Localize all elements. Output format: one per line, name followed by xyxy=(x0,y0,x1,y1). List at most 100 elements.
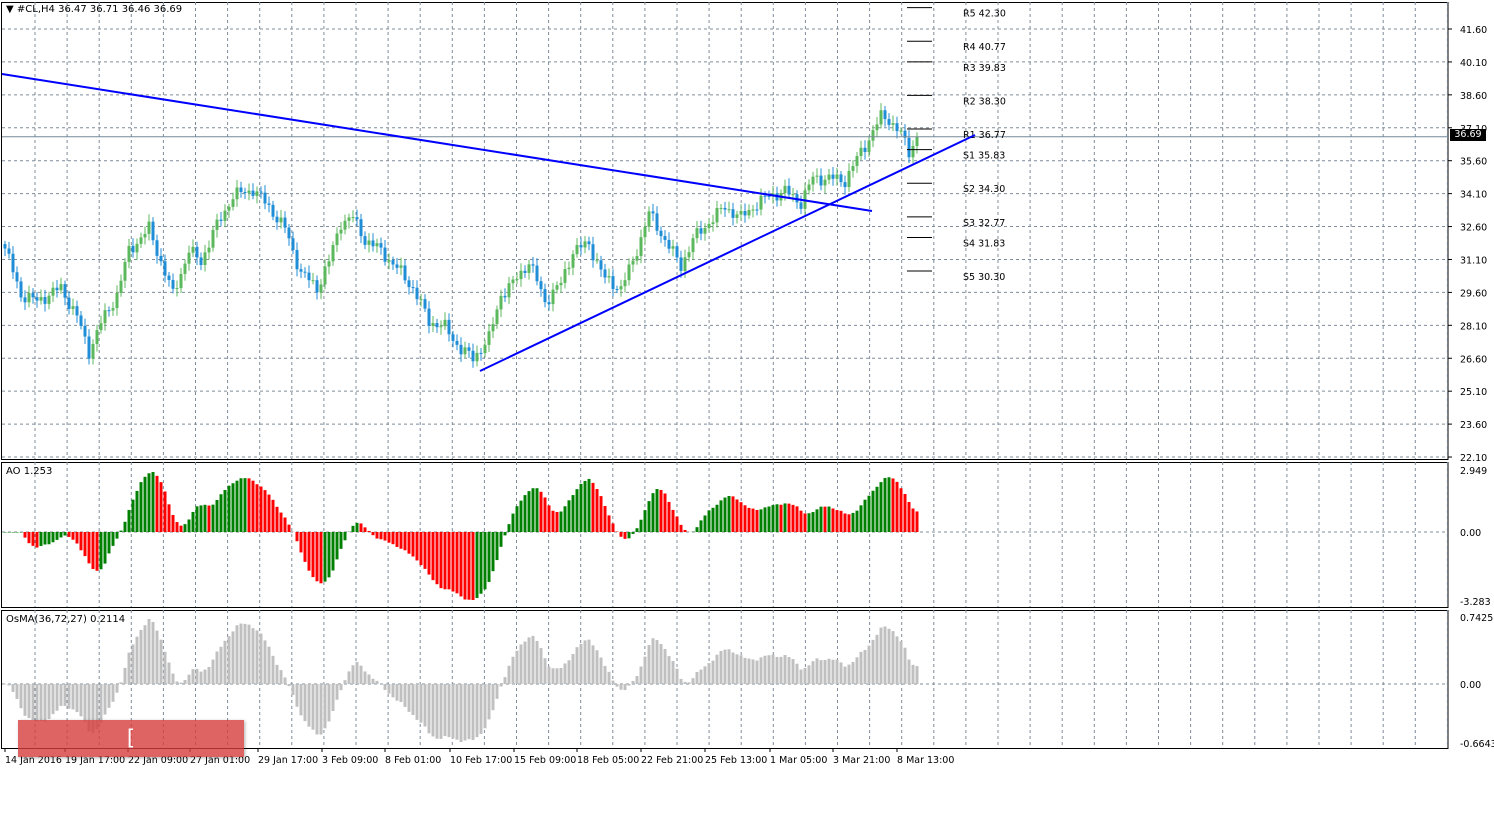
candle-body xyxy=(684,257,687,271)
ohlc-values: 36.47 36.71 36.46 36.69 xyxy=(58,4,182,15)
candle-body xyxy=(328,261,331,266)
candle-body xyxy=(220,220,223,221)
candle-body xyxy=(256,191,259,195)
ao-bar xyxy=(216,500,219,532)
candle xyxy=(8,242,11,259)
osma-bar xyxy=(832,660,835,684)
osma-bar xyxy=(376,681,379,684)
price-tick-label: 29.60 xyxy=(1460,288,1487,299)
candle xyxy=(248,184,251,201)
osma-bar xyxy=(80,684,83,716)
candle xyxy=(376,239,379,253)
candle xyxy=(360,214,363,243)
candle-body xyxy=(224,211,227,221)
ao-bar xyxy=(220,494,223,532)
ao-bar xyxy=(468,532,471,600)
candle xyxy=(800,196,803,215)
candle xyxy=(148,214,151,240)
candle-body xyxy=(572,254,575,268)
ao-bar xyxy=(476,532,479,598)
candle xyxy=(204,245,207,272)
ao-bar xyxy=(108,532,111,553)
ao-bar xyxy=(580,484,583,532)
candle-body xyxy=(196,247,199,258)
osma-bar xyxy=(352,665,355,684)
candle-body xyxy=(408,280,411,287)
osma-bar xyxy=(836,660,839,684)
candle xyxy=(536,258,539,285)
ao-bar xyxy=(48,532,51,544)
ao-bar xyxy=(72,532,75,540)
ao-bar xyxy=(280,513,283,532)
ao-bar xyxy=(156,476,159,532)
price-tick-label: 23.60 xyxy=(1460,420,1487,431)
candle-body xyxy=(832,175,835,179)
ao-bar xyxy=(84,532,87,556)
candle xyxy=(508,277,511,304)
candle xyxy=(712,215,715,232)
candle-body xyxy=(168,276,171,280)
ao-bar xyxy=(20,532,23,533)
osma-bar xyxy=(804,668,807,684)
candle-body xyxy=(788,186,791,195)
candle xyxy=(892,115,895,131)
candle xyxy=(428,301,431,333)
osma-bar xyxy=(280,670,283,684)
candle-body xyxy=(504,296,507,297)
ao-bar xyxy=(76,532,79,544)
osma-bar xyxy=(720,651,723,684)
osma-bar xyxy=(620,684,623,690)
osma-bar xyxy=(584,640,587,684)
candle-body xyxy=(360,219,363,236)
candle xyxy=(208,241,211,260)
candle xyxy=(32,288,35,304)
osma-bar xyxy=(648,645,651,684)
triangle-down-icon[interactable]: ▼ xyxy=(6,4,14,15)
candle-body xyxy=(716,208,719,222)
ao-bar xyxy=(44,532,47,545)
osma-bar xyxy=(472,684,475,740)
ao-bar xyxy=(460,532,463,596)
ao-bar xyxy=(4,532,7,533)
osma-bar xyxy=(432,684,435,736)
chart-canvas[interactable]: 41.6040.1038.6037.1035.6034.1032.6031.10… xyxy=(0,0,1494,771)
candle xyxy=(128,239,131,268)
price-tick-label: 40.10 xyxy=(1460,58,1487,69)
candle xyxy=(24,290,27,310)
candle-body xyxy=(44,297,47,304)
osma-bar xyxy=(104,684,107,715)
candle-body xyxy=(464,347,467,354)
candle xyxy=(68,291,71,315)
candle xyxy=(340,222,343,240)
candle-body xyxy=(164,261,167,275)
ao-bar xyxy=(356,523,359,532)
osma-bar xyxy=(116,684,119,693)
candle-body xyxy=(844,182,847,187)
osma-bar xyxy=(68,684,71,709)
candle-body xyxy=(448,320,451,334)
ao-bar xyxy=(520,501,523,532)
ao-bar xyxy=(40,532,43,546)
candle-body xyxy=(816,176,819,177)
candle xyxy=(268,196,271,212)
candle xyxy=(52,282,55,302)
ao-bar xyxy=(184,524,187,532)
osma-bar xyxy=(28,684,31,718)
candle xyxy=(144,227,147,245)
candle xyxy=(56,280,59,297)
candle-body xyxy=(604,269,607,277)
osma-bar xyxy=(760,657,763,684)
current-price-label: 36.69 xyxy=(1450,129,1486,141)
candle-body xyxy=(492,324,495,331)
osma-bar xyxy=(880,628,883,684)
candle-body xyxy=(16,272,19,281)
osma-bar xyxy=(184,680,187,684)
candle-body xyxy=(8,249,11,254)
candle-body xyxy=(632,261,635,265)
osma-bar xyxy=(324,684,327,728)
osma-bar xyxy=(784,655,787,684)
candle-body xyxy=(808,185,811,191)
candle xyxy=(504,288,507,302)
osma-bar xyxy=(616,684,619,687)
candle xyxy=(140,233,143,248)
